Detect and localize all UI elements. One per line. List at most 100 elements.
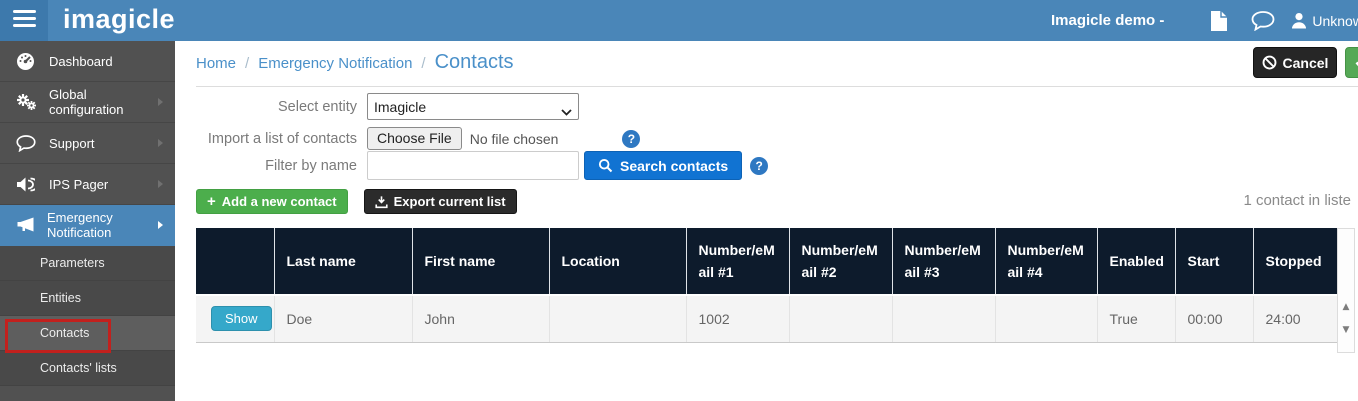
sidebar-item-label: Emergency Notification	[47, 210, 153, 240]
column-header-stopped: Stopped	[1253, 228, 1337, 295]
filter-row: Filter by name Search contacts ?	[196, 151, 768, 180]
plus-icon: +	[207, 194, 216, 209]
chevron-right-icon	[158, 221, 163, 229]
document-icon[interactable]	[1210, 11, 1227, 31]
user-icon	[1291, 12, 1307, 29]
search-icon	[598, 158, 613, 173]
user-name: Unknown	[1312, 13, 1358, 29]
row-action-cell: Show	[196, 295, 274, 342]
export-list-button[interactable]: Export current list	[364, 189, 517, 214]
download-icon	[375, 195, 388, 209]
breadcrumb-link-emergency-notification[interactable]: Emergency Notification	[258, 55, 412, 72]
sidebar-item-ips-pager[interactable]: IPS Pager	[0, 164, 175, 205]
sidebar-item-label: Support	[49, 136, 95, 151]
main-content: Home / Emergency Notification / Contacts Can…	[175, 41, 1358, 401]
page-title: Contacts	[435, 51, 514, 74]
sidebar-subitem-entities[interactable]: Entities	[0, 281, 175, 316]
sidebar-subitem-label: Parameters	[40, 256, 105, 270]
sidebar-item-label: Global configuration	[49, 87, 158, 117]
column-header-enabled: Enabled	[1097, 228, 1175, 295]
sidebar-item-emergency-notification[interactable]: Emergency Notification	[0, 205, 175, 246]
export-list-label: Export current list	[394, 194, 506, 209]
table-cell: 00:00	[1175, 295, 1253, 342]
breadcrumb-separator: /	[245, 55, 249, 72]
breadcrumb-link-home[interactable]: Home	[196, 55, 236, 72]
table-row: ShowDoeJohn 1002 True00:0024:00	[196, 295, 1337, 342]
topbar-right: Imagicle demo - Unknown	[1051, 0, 1358, 41]
chevron-right-icon	[158, 139, 163, 147]
table-cell: True	[1097, 295, 1175, 342]
table-cell	[892, 295, 995, 342]
column-header-number-email-1: Number/eMail #1	[686, 228, 789, 295]
table-cell: Doe	[274, 295, 412, 342]
search-contacts-button[interactable]: Search contacts	[584, 151, 742, 180]
column-header-number-email-4: Number/eMail #4	[995, 228, 1097, 295]
column-header-number-email-2: Number/eMail #2	[789, 228, 892, 295]
cancel-label: Cancel	[1283, 55, 1329, 71]
import-label: Import a list of contacts	[196, 131, 357, 147]
table-cell	[995, 295, 1097, 342]
filter-label: Filter by name	[196, 158, 357, 174]
column-header-start: Start	[1175, 228, 1253, 295]
contact-count: 1 contact in liste	[1243, 192, 1351, 209]
table-cell: John	[412, 295, 549, 342]
speaker-icon	[16, 176, 37, 193]
chevron-right-icon	[158, 180, 163, 188]
breadcrumb: Home / Emergency Notification / Contacts	[196, 51, 514, 74]
column-header-last-name: Last name	[274, 228, 412, 295]
cancel-icon	[1262, 55, 1277, 70]
gears-icon	[16, 93, 37, 111]
actions-row: + Add a new contact Export current list	[196, 189, 517, 214]
sidebar-subitem-label: Entities	[40, 291, 81, 305]
sidebar: Dashboard Global configuration Support IPS …	[0, 41, 175, 401]
hamburger-icon	[13, 10, 36, 32]
column-header-location: Location	[549, 228, 686, 295]
sidebar-item-support[interactable]: Support	[0, 123, 175, 164]
app-logo: imagicle	[63, 4, 175, 35]
chat-icon[interactable]	[1251, 11, 1275, 31]
show-button[interactable]: Show	[211, 306, 272, 331]
table-scrollbar[interactable]: ▲ ▼	[1337, 228, 1355, 353]
sidebar-subitem-contacts-lists[interactable]: Contacts' lists	[0, 351, 175, 386]
scroll-up-icon[interactable]: ▲	[1338, 302, 1354, 312]
sidebar-item-dashboard[interactable]: Dashboard	[0, 41, 175, 82]
no-file-chosen-text: No file chosen	[470, 131, 559, 147]
table-cell: 24:00	[1253, 295, 1337, 342]
column-header-first-name: First name	[412, 228, 549, 295]
choose-file-button[interactable]: Choose File	[367, 127, 462, 150]
entity-row: Select entity Imagicle	[196, 93, 579, 120]
save-button[interactable]	[1345, 47, 1358, 78]
table-cell: 1002	[686, 295, 789, 342]
cancel-button[interactable]: Cancel	[1253, 47, 1337, 78]
sidebar-subitem-label: Contacts' lists	[40, 361, 117, 375]
table-cell	[789, 295, 892, 342]
import-help-icon[interactable]: ?	[622, 130, 640, 148]
chevron-right-icon	[158, 98, 163, 106]
sidebar-subitem-label: Contacts	[40, 326, 89, 340]
sidebar-item-label: IPS Pager	[49, 177, 108, 192]
add-contact-button[interactable]: + Add a new contact	[196, 189, 348, 214]
filter-by-name-input[interactable]	[367, 151, 579, 180]
entity-label: Select entity	[196, 99, 357, 115]
import-row: Import a list of contacts Choose File No…	[196, 127, 640, 150]
chat-icon	[16, 135, 37, 152]
sidebar-item-global-configuration[interactable]: Global configuration	[0, 82, 175, 123]
header-divider	[196, 86, 1358, 87]
contacts-table: Last nameFirst nameLocationNumber/eMail …	[196, 228, 1337, 343]
search-contacts-label: Search contacts	[620, 158, 728, 174]
column-header-number-email-3: Number/eMail #3	[892, 228, 995, 295]
column-header-actions	[196, 228, 274, 295]
megaphone-icon	[16, 217, 35, 233]
sidebar-subitem-parameters[interactable]: Parameters	[0, 246, 175, 281]
breadcrumb-separator: /	[421, 55, 425, 72]
tenant-name[interactable]: Imagicle demo -	[1051, 12, 1164, 29]
table-cell	[549, 295, 686, 342]
add-contact-label: Add a new contact	[222, 194, 337, 209]
entity-select[interactable]: Imagicle	[367, 93, 579, 120]
scroll-down-icon[interactable]: ▼	[1338, 325, 1354, 335]
hamburger-menu-button[interactable]	[0, 0, 48, 41]
user-menu[interactable]: Unknown	[1291, 12, 1358, 29]
sidebar-subitem-contacts[interactable]: Contacts	[0, 316, 175, 351]
filter-help-icon[interactable]: ?	[750, 157, 768, 175]
sidebar-item-label: Dashboard	[49, 54, 113, 69]
